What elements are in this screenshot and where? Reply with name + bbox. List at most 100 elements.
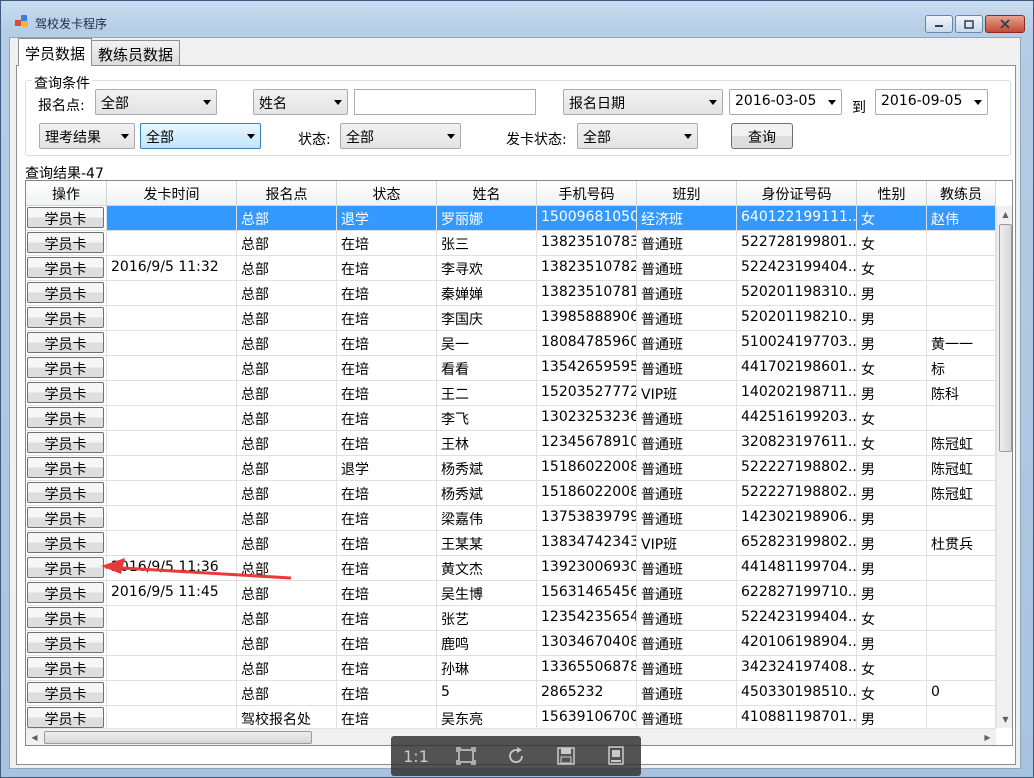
table-row[interactable]: 学员卡 总部 在培 杨秀斌 15186022008 普通班 522227198802... 男… [26, 481, 996, 506]
table-row[interactable]: 学员卡 总部 在培 看看 13542659595 普通班 441702198601... 女标 [26, 356, 996, 381]
table-row[interactable]: 学员卡 2016/9/5 11:36 总部 在培 黄文杰 13923006930 普通班 44… [26, 556, 996, 581]
cell-class: 经济班 [637, 206, 737, 231]
student-card-button[interactable]: 学员卡 [27, 657, 104, 678]
exam-result-select[interactable]: 全部 [140, 123, 261, 149]
tab-coach-data[interactable]: 教练员数据 [91, 40, 181, 66]
student-card-button[interactable]: 学员卡 [27, 507, 104, 528]
vertical-scrollbar[interactable]: ▲ ▼ [996, 206, 1012, 728]
cell-gender: 女 [857, 656, 927, 681]
table-row[interactable]: 学员卡 总部 在培 张艺 12354235654 普通班 522423199404... 女 [26, 606, 996, 631]
table-row[interactable]: 学员卡 2016/9/5 11:32 总部 在培 李寻欢 13823510782 普通班 52… [26, 256, 996, 281]
minimize-button[interactable] [925, 15, 953, 33]
cell-status: 在培 [337, 631, 437, 656]
print-icon[interactable] [602, 743, 630, 769]
exam-field-select[interactable]: 理考结果 [39, 123, 135, 149]
title-bar[interactable]: 驾校发卡程序 [1, 1, 1033, 37]
scroll-left-icon[interactable]: ◀ [26, 729, 43, 745]
student-card-button[interactable]: 学员卡 [27, 232, 104, 253]
save-icon[interactable] [552, 743, 580, 769]
column-header-card-time[interactable]: 发卡时间 [107, 181, 237, 206]
table-row[interactable]: 学员卡 总部 在培 5 2865232 普通班 450330198510... 女 0 [26, 681, 996, 706]
student-card-button[interactable]: 学员卡 [27, 207, 104, 228]
table-row[interactable]: 学员卡 总部 在培 王二 15203527772 VIP班 140202198711... 男… [26, 381, 996, 406]
cell-class: 普通班 [637, 306, 737, 331]
branch-select[interactable]: 全部 [95, 89, 217, 115]
cell-branch: 总部 [237, 531, 337, 556]
column-header-action[interactable]: 操作 [26, 181, 107, 206]
exam-result-value: 全部 [146, 130, 174, 146]
chevron-down-icon [247, 134, 255, 139]
table-row[interactable]: 学员卡 总部 在培 王某某 13834742343 VIP班 652823199802...… [26, 531, 996, 556]
actual-size-button[interactable]: 1:1 [402, 743, 430, 769]
search-field-select[interactable]: 姓名 [253, 89, 348, 115]
scroll-right-icon[interactable]: ▶ [979, 729, 996, 745]
date-from-picker[interactable]: 2016-03-05 [729, 89, 842, 115]
fit-screen-icon[interactable] [452, 743, 480, 769]
student-card-button[interactable]: 学员卡 [27, 457, 104, 478]
student-card-button[interactable]: 学员卡 [27, 257, 104, 278]
student-card-button[interactable]: 学员卡 [27, 632, 104, 653]
column-header-class[interactable]: 班别 [637, 181, 737, 206]
status-select[interactable]: 全部 [340, 123, 461, 149]
student-card-button[interactable]: 学员卡 [27, 382, 104, 403]
search-input[interactable] [354, 89, 536, 115]
table-row[interactable]: 学员卡 总部 在培 吴一 18084785960 普通班 510024197703... 男黄… [26, 331, 996, 356]
table-row[interactable]: 学员卡 总部 退学 杨秀斌 15186022008 普通班 522227198802... 男… [26, 456, 996, 481]
scroll-down-icon[interactable]: ▼ [997, 711, 1012, 728]
cell-status: 在培 [337, 506, 437, 531]
table-row[interactable]: 学员卡 总部 在培 孙琳 13365506878 普通班 342324197408... 女 [26, 656, 996, 681]
rotate-icon[interactable] [502, 743, 530, 769]
table-row[interactable]: 学员卡 总部 在培 秦婵婵 13823510781 普通班 520201198310... 男 [26, 281, 996, 306]
student-card-button[interactable]: 学员卡 [27, 307, 104, 328]
cell-coach: 陈科 [927, 381, 996, 406]
student-card-button[interactable]: 学员卡 [27, 682, 104, 703]
cell-name: 吴一 [437, 331, 537, 356]
card-status-select[interactable]: 全部 [577, 123, 698, 149]
student-card-button[interactable]: 学员卡 [27, 282, 104, 303]
horizontal-scroll-thumb[interactable] [44, 731, 312, 744]
table-row[interactable]: 学员卡 总部 在培 梁嘉伟 13753839799 普通班 142302198906... 男 [26, 506, 996, 531]
student-card-button[interactable]: 学员卡 [27, 332, 104, 353]
cell-phone: 15186022008 [537, 481, 637, 506]
student-card-button[interactable]: 学员卡 [27, 482, 104, 503]
student-card-button[interactable]: 学员卡 [27, 407, 104, 428]
tab-student-data[interactable]: 学员数据 [18, 38, 93, 66]
table-row[interactable]: 学员卡 驾校报名处 在培 吴东亮 15639106700 普通班 410881198701.… [26, 706, 996, 728]
column-header-gender[interactable]: 性别 [857, 181, 927, 206]
column-header-name[interactable]: 姓名 [437, 181, 537, 206]
table-row[interactable]: 学员卡 2016/9/5 11:45 总部 在培 吴生博 15631465456 普通班 62… [26, 581, 996, 606]
close-button[interactable] [985, 15, 1025, 33]
table-row[interactable]: 学员卡 总部 退学 罗丽娜 15009681050 经济班 640122199111... 女… [26, 206, 996, 231]
student-data-grid[interactable]: 操作 发卡时间 报名点 状态 姓名 手机号码 班别 身份证号码 性别 教练员 学员卡 总部 退学 罗丽娜… [25, 180, 1013, 746]
column-header-phone[interactable]: 手机号码 [537, 181, 637, 206]
column-header-status[interactable]: 状态 [337, 181, 437, 206]
table-row[interactable]: 学员卡 总部 在培 李飞 13023253236 普通班 442516199203... 女 [26, 406, 996, 431]
student-card-button[interactable]: 学员卡 [27, 557, 104, 578]
column-header-id-number[interactable]: 身份证号码 [737, 181, 857, 206]
student-card-button[interactable]: 学员卡 [27, 357, 104, 378]
maximize-button[interactable] [955, 15, 983, 33]
table-row[interactable]: 学员卡 总部 在培 王林 12345678910 普通班 320823197611... 女陈… [26, 431, 996, 456]
vertical-scroll-thumb[interactable] [999, 224, 1012, 452]
date-to-picker[interactable]: 2016-09-05 [875, 89, 988, 115]
student-card-button[interactable]: 学员卡 [27, 582, 104, 603]
action-cell: 学员卡 [26, 231, 107, 256]
cell-id-number: 522227198802... [737, 481, 857, 506]
query-button[interactable]: 查询 [731, 123, 793, 149]
table-row[interactable]: 学员卡 总部 在培 鹿鸣 13034670408 普通班 420106198904... 男 [26, 631, 996, 656]
cell-gender: 男 [857, 581, 927, 606]
student-card-button[interactable]: 学员卡 [27, 432, 104, 453]
column-header-coach[interactable]: 教练员 [927, 181, 996, 206]
cell-status: 在培 [337, 606, 437, 631]
cell-gender: 男 [857, 556, 927, 581]
cell-gender: 女 [857, 606, 927, 631]
table-row[interactable]: 学员卡 总部 在培 李国庆 13985888906 普通班 520201198210... 男 [26, 306, 996, 331]
column-header-branch[interactable]: 报名点 [237, 181, 337, 206]
query-conditions-legend: 查询条件 [32, 73, 92, 93]
student-card-button[interactable]: 学员卡 [27, 707, 104, 728]
table-row[interactable]: 学员卡 总部 在培 张三 13823510783 普通班 522728199801... 女 [26, 231, 996, 256]
student-card-button[interactable]: 学员卡 [27, 607, 104, 628]
date-field-select[interactable]: 报名日期 [563, 89, 723, 115]
student-card-button[interactable]: 学员卡 [27, 532, 104, 553]
scroll-up-icon[interactable]: ▲ [997, 206, 1012, 223]
